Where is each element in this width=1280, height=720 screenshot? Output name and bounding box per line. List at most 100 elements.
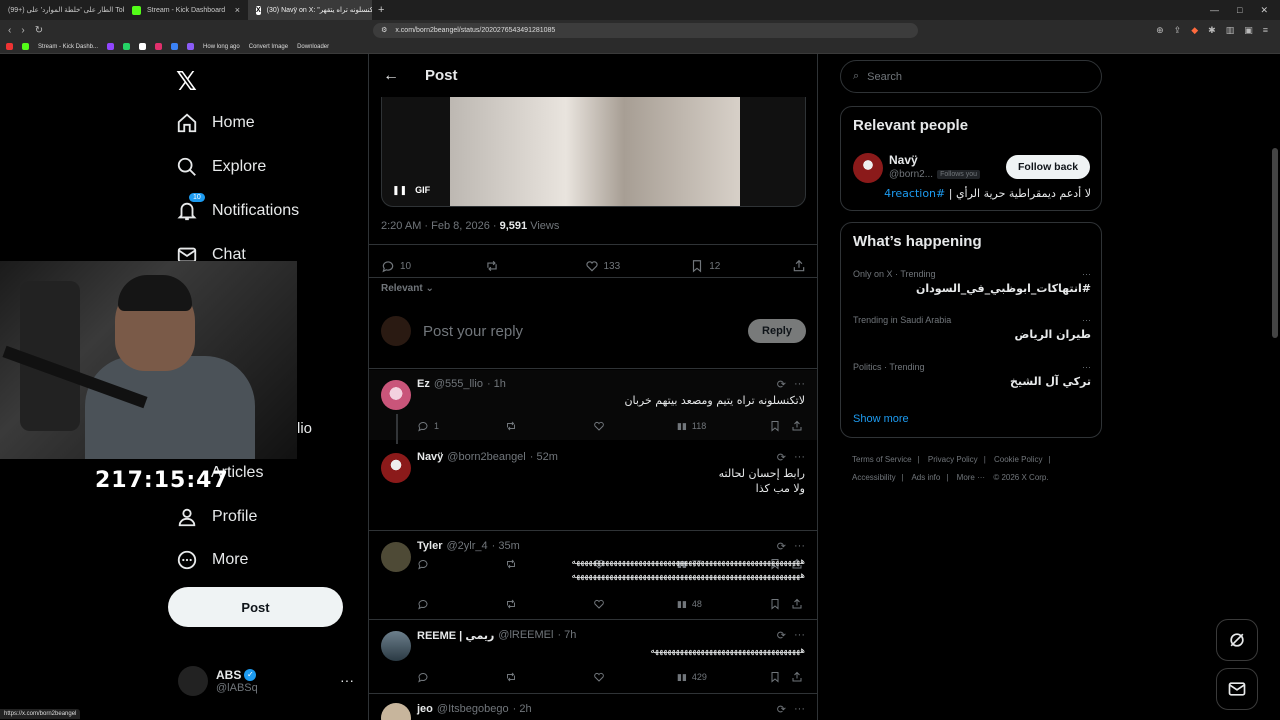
reply-input[interactable]: Post your reply: [423, 323, 523, 340]
like-action[interactable]: [593, 598, 677, 610]
repost-action[interactable]: [505, 420, 593, 432]
sidebar-icon[interactable]: ▥: [1226, 25, 1235, 36]
repost-action[interactable]: [505, 671, 593, 683]
whatsapp-bookmark-icon[interactable]: [123, 43, 131, 50]
share-action[interactable]: [791, 420, 803, 432]
reply-author-handle[interactable]: @lREEMEl: [498, 629, 553, 642]
reload-icon[interactable]: ↻: [35, 25, 43, 36]
footer-ads-info[interactable]: Ads info: [911, 473, 940, 482]
reply-author-handle[interactable]: @555_llio: [434, 378, 483, 391]
reply-item[interactable]: Ez @555_llio · 1h ⟳ ··· لاتكنسلونه تراه ي…: [369, 370, 817, 444]
repost-action[interactable]: [505, 598, 593, 610]
bookmark-how-long-ago[interactable]: How long ago: [203, 44, 240, 50]
close-tab-icon[interactable]: ×: [235, 5, 240, 15]
bookmark-action[interactable]: [769, 671, 791, 683]
account-switcher[interactable]: ABS ✓ @lABSq: [178, 666, 258, 696]
footer-accessibility[interactable]: Accessibility: [852, 473, 896, 482]
scrollbar-thumb[interactable]: [1272, 148, 1278, 338]
trend-item[interactable]: Politics · Trending ··· تركي آل الشيخ: [853, 362, 1091, 388]
messages-button[interactable]: [1216, 668, 1258, 710]
more-icon[interactable]: ···: [1082, 362, 1091, 372]
gif-media[interactable]: ❚❚ GIF: [381, 97, 806, 207]
reply-action[interactable]: [417, 671, 505, 683]
reply-item[interactable]: Tyler @2ylr_4 · 35m ⟳ ··· ههههههههههههههه…: [369, 532, 817, 620]
reply-author-handle[interactable]: @born2beangel: [447, 451, 525, 464]
avatar[interactable]: [381, 542, 411, 572]
avatar[interactable]: [381, 380, 411, 410]
bookmark-icon[interactable]: [187, 43, 195, 50]
views-action[interactable]: ▮▮ 48: [677, 599, 769, 610]
more-icon[interactable]: ···: [1082, 269, 1091, 279]
reply-button[interactable]: Reply: [748, 319, 806, 343]
like-action[interactable]: 133: [585, 259, 691, 273]
close-window-icon[interactable]: ✕: [1260, 5, 1268, 16]
views-action[interactable]: ▮▮ 118: [677, 421, 769, 432]
bookmark-icon[interactable]: [171, 43, 179, 50]
search-input[interactable]: Search: [867, 71, 902, 83]
person-handle[interactable]: @born2...: [889, 169, 933, 180]
reply-action[interactable]: [417, 598, 505, 610]
bio-hashtag[interactable]: #4reaction: [884, 187, 945, 200]
grok-icon[interactable]: ⟳: [777, 703, 786, 716]
reply-item[interactable]: jeo @Itsbegobego · 2h ⟳ ···: [369, 695, 817, 720]
reply-sort-dropdown[interactable]: Relevant ⌄: [381, 283, 434, 294]
more-icon[interactable]: ···: [794, 378, 805, 391]
nav-explore[interactable]: Explore: [176, 156, 266, 178]
reply-item[interactable]: Navÿ @born2beangel · 52m ⟳ ··· رابط إحسان…: [369, 443, 817, 531]
bookmark-convert-image[interactable]: Convert Image: [249, 44, 288, 50]
search-box[interactable]: ⌕ Search: [840, 60, 1102, 93]
more-icon[interactable]: ···: [794, 540, 805, 553]
instagram-bookmark-icon[interactable]: [155, 43, 163, 50]
nav-home[interactable]: Home: [176, 112, 255, 134]
reply-author-handle[interactable]: @Itsbegobego: [437, 703, 509, 716]
wallet-icon[interactable]: ▣: [1244, 25, 1253, 36]
reply-author-name[interactable]: Tyler: [417, 540, 442, 553]
nav-more[interactable]: More: [176, 549, 248, 571]
person-name[interactable]: Navÿ: [889, 153, 918, 167]
share-action[interactable]: [791, 671, 803, 683]
more-icon[interactable]: ···: [794, 451, 805, 464]
bookmark-action[interactable]: [769, 598, 791, 610]
extensions-icon[interactable]: ✱: [1208, 25, 1216, 36]
share-action[interactable]: [792, 259, 806, 273]
grok-icon[interactable]: ⟳: [777, 540, 786, 553]
reply-time[interactable]: · 35m: [492, 540, 520, 553]
avatar[interactable]: [381, 703, 411, 720]
url-field[interactable]: ⚙ x.com/born2beangel/status/202027654349…: [373, 22, 919, 38]
reply-author-name[interactable]: Navÿ: [417, 451, 443, 464]
maximize-icon[interactable]: □: [1237, 5, 1242, 16]
bookmark-action[interactable]: [769, 420, 791, 432]
reply-action[interactable]: 10: [381, 259, 485, 273]
share-icon[interactable]: ⇪: [1174, 25, 1182, 36]
trend-item[interactable]: Trending in Saudi Arabia ··· طيران الرياض: [853, 315, 1091, 341]
bookmark-kick-dashboard[interactable]: Stream - Kick Dashb...: [38, 44, 98, 50]
account-more-icon[interactable]: ···: [340, 672, 354, 688]
reply-time[interactable]: · 7h: [557, 629, 576, 642]
more-icon[interactable]: ···: [1082, 315, 1091, 325]
minimize-icon[interactable]: —: [1210, 5, 1219, 16]
bookmark-downloader[interactable]: Downloader: [297, 44, 329, 50]
reply-item[interactable]: REEME | ريمي @lREEMEl · 7h ⟳ ··· هههههههه…: [369, 621, 817, 693]
back-icon[interactable]: ‹: [8, 25, 11, 36]
grok-button[interactable]: [1216, 619, 1258, 661]
footer-cookie[interactable]: Cookie Policy: [994, 455, 1042, 464]
show-more-link[interactable]: Show more: [853, 413, 909, 425]
menu-icon[interactable]: ≡: [1263, 25, 1268, 36]
grok-icon[interactable]: ⟳: [777, 378, 786, 391]
more-icon[interactable]: ···: [794, 629, 805, 642]
grok-icon[interactable]: ⟳: [777, 451, 786, 464]
reply-time[interactable]: · 1h: [487, 378, 506, 391]
grok-icon[interactable]: ⟳: [777, 629, 786, 642]
avatar[interactable]: [853, 153, 883, 183]
nav-notifications[interactable]: 10 Notifications: [176, 193, 299, 222]
like-action[interactable]: [593, 671, 677, 683]
twitch-bookmark-icon[interactable]: [107, 43, 115, 50]
reply-action[interactable]: 1: [417, 420, 505, 432]
more-icon[interactable]: ···: [794, 703, 805, 716]
trend-item[interactable]: Only on X · Trending ··· #انتهاكات_ابوظبي…: [853, 269, 1091, 295]
new-tab-icon[interactable]: +: [372, 4, 384, 16]
avatar[interactable]: [381, 631, 411, 661]
reply-author-handle[interactable]: @2ylr_4: [446, 540, 487, 553]
site-info-icon[interactable]: ⚙: [381, 26, 387, 34]
share-action[interactable]: [791, 598, 803, 610]
